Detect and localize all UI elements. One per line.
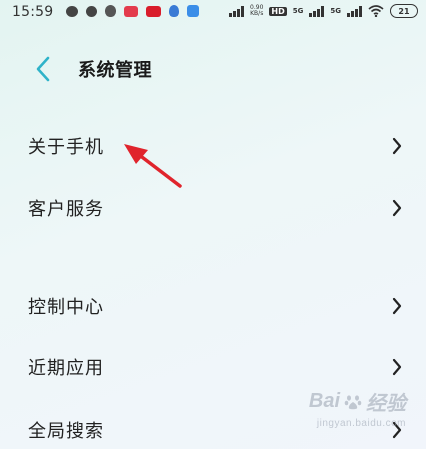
chevron-right-icon [392, 297, 402, 315]
menu-item-label: 客户服务 [28, 199, 104, 220]
signal-strength-icon [229, 5, 245, 17]
chevron-right-icon [392, 137, 402, 155]
watermark-brand: Bai [308, 390, 340, 412]
battery-icon: 21 [390, 4, 418, 18]
status-bar: 15:59 0.90 KB/s HD 5G 5G 21 [0, 0, 426, 26]
page-title: 系统管理 [78, 60, 152, 81]
watermark-url: jingyan.baidu.com [316, 418, 406, 429]
menu-item-label: 全局搜索 [28, 421, 104, 442]
signal-strength-icon-2 [309, 5, 325, 17]
qq-icon [105, 5, 116, 17]
back-arrow-icon[interactable] [32, 54, 54, 84]
network-speed: 0.90 KB/s [250, 5, 263, 17]
system-status-icons: 0.90 KB/s HD 5G 5G 21 [229, 4, 418, 18]
menu-item-label: 关于手机 [28, 137, 104, 158]
menu-item-customer-service[interactable]: 客户服务 [0, 182, 426, 234]
menu-item-label: 控制中心 [28, 297, 104, 318]
menu-item-control-center[interactable]: 控制中心 [0, 280, 426, 332]
taobao-icon [169, 5, 179, 17]
menu-item-label: 近期应用 [28, 358, 104, 379]
shopping-app-icon [146, 5, 161, 17]
baidu-paw-icon [344, 394, 362, 409]
chevron-right-icon [392, 199, 402, 217]
fiveg-signal-2: 5G [330, 7, 341, 15]
wifi-icon [368, 5, 384, 17]
app-notification-icon [86, 5, 97, 17]
watermark-suffix: 经验 [366, 393, 406, 415]
signal-strength-icon-3 [347, 5, 362, 17]
fiveg-signal-1: 5G [292, 7, 304, 15]
notification-icons [66, 5, 199, 17]
network-speed-unit: KB/s [250, 10, 264, 17]
news-app-icon [124, 5, 138, 17]
alipay-icon [187, 5, 199, 17]
annotation-arrow-icon [124, 144, 182, 188]
chevron-right-icon [392, 358, 402, 376]
menu-item-about-phone[interactable]: 关于手机 [0, 120, 426, 172]
hd-badge: HD [269, 6, 287, 16]
status-time: 15:59 [12, 4, 54, 20]
page-header: 系统管理 [0, 48, 426, 88]
message-bubble-icon [66, 5, 78, 17]
baidu-watermark: Bai 经验 jingyan.baidu.com [309, 387, 406, 429]
menu-item-recent-apps[interactable]: 近期应用 [0, 341, 426, 393]
